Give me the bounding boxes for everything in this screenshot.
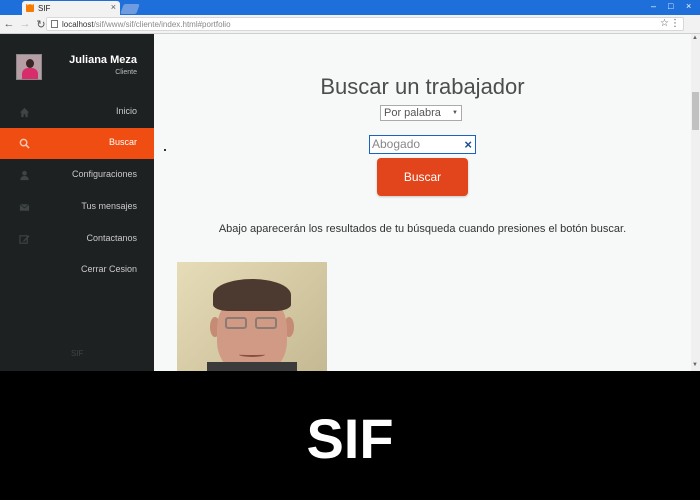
main-content: Buscar un trabajador Por palabra ▼ Aboga… bbox=[154, 34, 691, 371]
sidebar-item-inicio[interactable]: Inicio bbox=[0, 97, 154, 128]
back-icon[interactable]: ← bbox=[2, 18, 16, 30]
sidebar-item-label: Contactanos bbox=[86, 233, 137, 243]
url-text: localhost/sif/www/sif/cliente/index.html… bbox=[62, 19, 231, 29]
sidebar-item-buscar[interactable]: Buscar bbox=[0, 128, 154, 159]
search-button[interactable]: Buscar bbox=[377, 158, 468, 196]
sidebar-item-label: Inicio bbox=[115, 106, 137, 116]
user-role: Cliente bbox=[115, 69, 137, 76]
avatar bbox=[16, 54, 42, 80]
edit-icon bbox=[19, 235, 30, 244]
forward-icon[interactable]: → bbox=[18, 18, 32, 30]
page-title: Buscar un trabajador bbox=[320, 74, 525, 99]
search-input[interactable]: Abogado × bbox=[369, 135, 476, 154]
minimize-icon[interactable]: – bbox=[651, 1, 656, 11]
user-icon bbox=[20, 170, 29, 181]
worker-photo[interactable] bbox=[177, 262, 327, 371]
search-mode-select[interactable]: Por palabra ▼ bbox=[380, 105, 462, 121]
maximize-icon[interactable]: □ bbox=[668, 1, 673, 11]
sidebar-footer: SIF bbox=[71, 349, 84, 358]
sidebar-item-contactanos[interactable]: Contactanos bbox=[0, 224, 154, 255]
window-close-icon[interactable]: × bbox=[686, 1, 691, 11]
sidebar-item-label: Configuraciones bbox=[71, 169, 137, 179]
clear-icon[interactable]: × bbox=[464, 136, 472, 153]
sidebar-item-cerrar-sesion[interactable]: Cerrar Cesion bbox=[0, 255, 154, 286]
browser-toolbar: ← → ↻ localhost/sif/www/sif/cliente/inde… bbox=[0, 15, 700, 34]
tab-close-icon[interactable]: × bbox=[111, 2, 116, 12]
sidebar-item-label: Cerrar Cesion bbox=[80, 264, 137, 274]
search-input-value: Abogado bbox=[372, 137, 421, 151]
bookmark-star-icon[interactable]: ☆ bbox=[660, 18, 669, 29]
new-tab-button[interactable] bbox=[120, 4, 140, 14]
scroll-down-icon[interactable]: ▼ bbox=[692, 362, 698, 368]
home-icon bbox=[19, 107, 30, 118]
results-hint: Abajo aparecerán los resultados de tu bú… bbox=[218, 223, 627, 235]
sidebar-item-mensajes[interactable]: Tus mensajes bbox=[0, 192, 154, 223]
sidebar-item-label: Buscar bbox=[108, 137, 137, 147]
browser-tab[interactable]: ⌒ SIF × bbox=[22, 1, 120, 15]
browser-titlebar: ⌒ SIF × – □ × bbox=[0, 0, 700, 15]
tab-title: SIF bbox=[38, 3, 51, 13]
sidebar-item-label: Tus mensajes bbox=[81, 201, 137, 211]
caption-text: SIF bbox=[306, 407, 394, 470]
rss-feed-icon: ⌒ bbox=[26, 4, 34, 12]
envelope-icon bbox=[19, 204, 30, 211]
search-mode-value: Por palabra bbox=[384, 107, 441, 119]
sidebar-item-configuraciones[interactable]: Configuraciones bbox=[0, 160, 154, 191]
sidebar: Juliana Meza Cliente Inicio Buscar Confi… bbox=[0, 34, 154, 371]
page-scrollbar[interactable]: ▲ ▼ bbox=[691, 34, 700, 371]
scroll-up-icon[interactable]: ▲ bbox=[692, 35, 698, 41]
address-bar[interactable]: localhost/sif/www/sif/cliente/index.html… bbox=[46, 17, 684, 31]
chevron-down-icon: ▼ bbox=[452, 110, 458, 116]
menu-icon[interactable]: ⋮ bbox=[670, 18, 680, 29]
scroll-thumb[interactable] bbox=[692, 92, 699, 130]
caption-band: SIF bbox=[0, 371, 700, 500]
page-icon bbox=[51, 20, 58, 28]
search-icon bbox=[19, 138, 30, 149]
stray-dot bbox=[164, 149, 166, 151]
user-profile: Juliana Meza Cliente bbox=[0, 34, 154, 92]
user-name: Juliana Meza bbox=[69, 54, 137, 66]
